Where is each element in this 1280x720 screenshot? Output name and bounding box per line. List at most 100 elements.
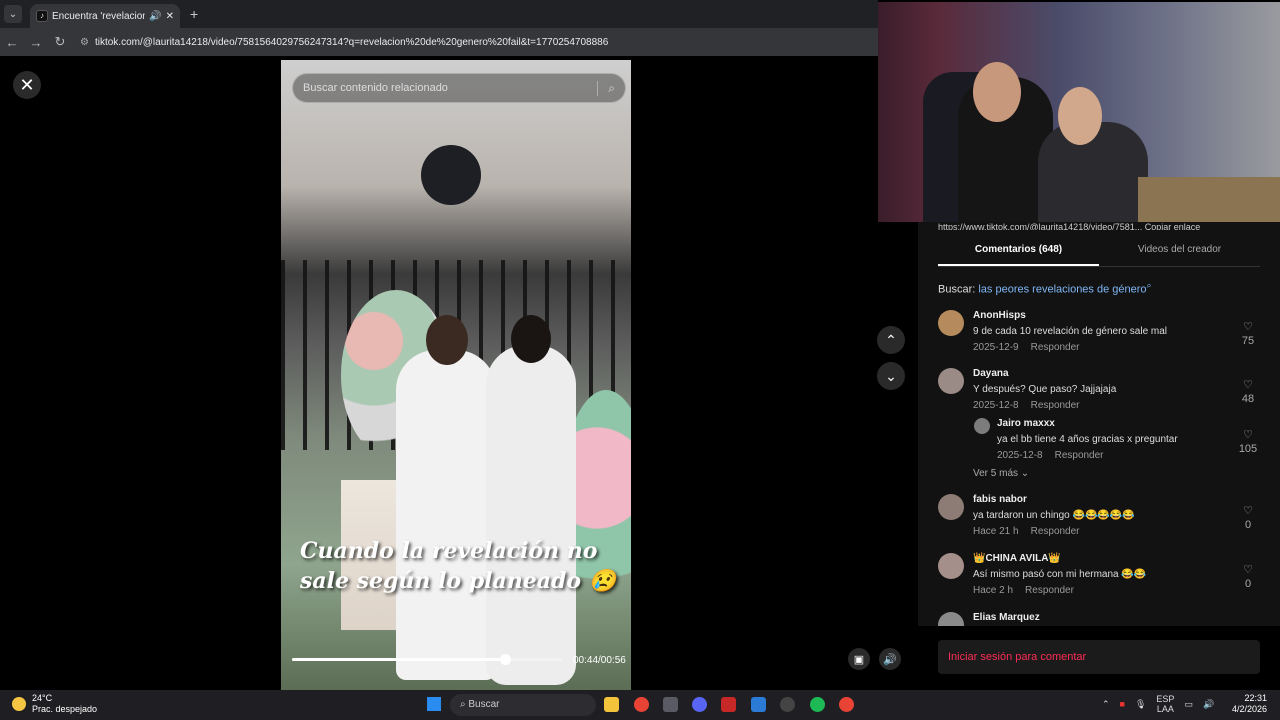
comment-author[interactable]: AnonHisps [973,310,1223,321]
taskbar-search[interactable]: ⌕ Buscar [450,694,596,716]
comment-author[interactable]: fabis nabor [973,494,1223,505]
reload-icon[interactable]: ↻ [48,34,72,50]
site-info-icon[interactable]: ⚙ [80,37,89,48]
app-icon[interactable] [751,697,766,712]
view-more-replies-button[interactable]: Ver 5 más ⌄ [973,468,1029,479]
video-progress-fill [292,658,506,661]
close-video-button[interactable]: ✕ [13,71,41,99]
like-button[interactable]: ♡ 0 [1236,563,1260,590]
video-scene-man-head [426,315,468,365]
url-text: tiktok.com/@laurita14218/video/758156402… [94,36,609,48]
forward-arrow-icon[interactable]: → [24,35,48,50]
speaker-icon[interactable]: 🔊 [1203,699,1214,710]
chrome-icon[interactable] [634,697,649,712]
windows-start-icon[interactable] [427,697,441,711]
related-search-placeholder: Buscar contenido relacionado [303,82,448,94]
like-button[interactable]: ♡ 48 [1236,378,1260,405]
discord-icon[interactable] [692,697,707,712]
weather-widget[interactable]: 24°C Prac. despejado [12,693,97,715]
reply-button[interactable]: Responder [1031,400,1080,411]
avatar[interactable] [938,494,964,520]
comment-text: Y después? Que paso? Jajjajaja [973,384,1117,395]
tab-close-icon[interactable]: ✕ [166,11,174,22]
browser-tab[interactable]: ♪ Encuentra 'revelacion de g 🔊 ✕ [30,4,180,28]
reply-button[interactable]: Responder [1055,450,1104,461]
search-icon: ⌕ [1146,280,1152,290]
webcam-woman-head [1058,87,1102,145]
related-search-input[interactable]: Buscar contenido relacionado ⌕ [292,73,626,103]
tab-creator-videos[interactable]: Videos del creador [1099,244,1260,266]
heart-icon: ♡ [1243,429,1253,441]
avatar[interactable] [938,368,964,394]
comment-item: fabis nabor ya tardaron un chingo 😂😂😂😂😂 … [938,494,1260,544]
video-progress-bar[interactable] [292,654,562,665]
volume-icon[interactable]: 🔊 [879,648,901,670]
avatar[interactable] [938,310,964,336]
previous-video-chevron-up-icon[interactable]: ⌃ [877,326,905,354]
video-scene-woman [486,345,576,685]
comment-author[interactable]: Dayana [973,368,1223,379]
reply-button[interactable]: Responder [1025,585,1074,596]
like-count: 0 [1244,519,1252,531]
like-count: 48 [1241,393,1255,405]
heart-icon: ♡ [1243,505,1253,517]
browser-tab-strip: ⌄ ♪ Encuentra 'revelacion de g 🔊 ✕ + [0,0,878,28]
reply-button[interactable]: Responder [1031,342,1080,353]
like-button[interactable]: ♡ 105 [1236,428,1260,455]
clock[interactable]: 22:31 4/2/2026 [1232,693,1267,715]
address-bar-row: ← → ↻ ⚙ tiktok.com/@laurita14218/video/7… [0,28,878,56]
next-video-chevron-down-icon[interactable]: ⌄ [877,362,905,390]
store-icon[interactable] [663,697,678,712]
network-icon[interactable]: ▭ [1184,699,1193,710]
floating-player-icon[interactable]: ▣ [848,648,870,670]
comment-text: Así mismo pasó con mi hermana 😂😂 [973,569,1147,580]
microphone-icon[interactable]: 🎙 [1135,699,1146,710]
comment-author[interactable]: 👑CHINA AVILA👑 [973,553,1223,564]
file-explorer-icon[interactable] [604,697,619,712]
taskbar-search-label: Buscar [468,699,500,710]
related-search-row: Buscar: las peores revelaciones de géner… [938,280,1152,296]
audio-icon[interactable]: 🔊 [149,11,161,22]
like-button[interactable]: ♡ 0 [1236,504,1260,531]
clock-date: 4/2/2026 [1232,704,1268,714]
related-search-link[interactable]: las peores revelaciones de género [978,284,1146,296]
chevron-up-icon[interactable]: ⌃ [1102,699,1110,710]
obs-icon[interactable] [780,697,795,712]
webcam-overlay [878,2,1280,222]
webcam-desk [1138,177,1280,222]
avatar[interactable] [938,612,964,626]
back-arrow-icon[interactable]: ← [0,35,24,50]
search-icon[interactable]: ⌕ [597,80,615,96]
tab-comments[interactable]: Comentarios (648) [938,244,1099,266]
comment-item: AnonHisps 9 de cada 10 revelación de gén… [938,310,1260,360]
heart-icon: ♡ [1243,379,1253,391]
tab-list-button[interactable]: ⌄ [4,5,22,23]
tiktok-page: ✕ Buscar contenido relacionado ⌕ Cuando … [0,56,905,690]
comment-date: 2025-12-8 [973,400,1019,411]
new-tab-button[interactable]: + [190,6,198,22]
avatar[interactable] [974,418,990,434]
video-scene-man [396,350,496,680]
app-tray-icon[interactable]: ■ [1120,699,1125,709]
heart-icon: ♡ [1243,564,1253,576]
app-icon[interactable] [721,697,736,712]
video-timecode: 00:44/00:56 [573,655,626,666]
chrome-icon[interactable] [839,697,854,712]
language-indicator[interactable]: ESP LAA [1156,694,1174,714]
video-scene-woman-head [511,315,551,363]
weather-sun-icon [12,697,26,711]
comment-text: ya el bb tiene 4 años gracias x pregunta… [997,434,1178,445]
heart-icon: ♡ [1243,321,1253,333]
comment-author[interactable]: Jairo maxxx [997,418,1247,429]
reply-button[interactable]: Responder [1031,526,1080,537]
comment-date: Hace 2 h [973,585,1014,596]
login-to-comment-button[interactable]: Iniciar sesión para comentar [938,640,1260,674]
comments-panel: https://www.tiktok.com/@laurita14218/vid… [918,222,1280,626]
like-button[interactable]: ♡ 75 [1236,320,1260,347]
address-bar[interactable]: ⚙ tiktok.com/@laurita14218/video/7581564… [80,37,608,48]
spotify-icon[interactable] [810,697,825,712]
share-link-row: https://www.tiktok.com/@laurita14218/vid… [938,222,1201,230]
comment-author[interactable]: Elias Marquez [973,612,1223,623]
avatar[interactable] [938,553,964,579]
comment-item: Elias Marquez [938,612,1260,626]
